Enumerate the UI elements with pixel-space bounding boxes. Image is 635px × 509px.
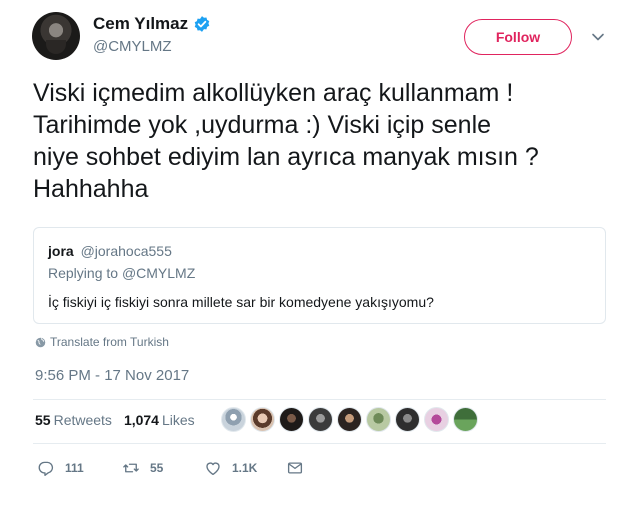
reply-action[interactable]: 111 <box>37 459 122 477</box>
heart-icon <box>206 462 220 476</box>
liker-avatar[interactable] <box>424 407 449 432</box>
tweet-text-line: Tarihimde yok ,uydurma :) Viski içip sen… <box>33 111 492 139</box>
translate-link[interactable]: Translate from Turkish <box>35 335 169 349</box>
quoted-tweet[interactable]: jora @jorahoca555 Replying to @CMYLMZ İç… <box>33 227 606 324</box>
retweet-action[interactable]: 55 <box>122 459 204 477</box>
like-count: 1.1K <box>232 461 258 475</box>
reply-icon <box>38 461 54 476</box>
retweet-count: 55 <box>150 461 164 475</box>
liker-avatar[interactable] <box>221 407 246 432</box>
chevron-down-icon[interactable] <box>591 30 605 44</box>
avatar[interactable] <box>32 12 80 60</box>
retweets-count: 55 <box>35 412 51 428</box>
like-action[interactable]: 1.1K <box>204 459 286 477</box>
follow-button[interactable]: Follow <box>464 19 572 55</box>
liker-avatar[interactable] <box>308 407 333 432</box>
author-name-row[interactable]: Cem Yılmaz <box>93 14 211 34</box>
quoted-tweet-text: İç fiskiyi iç fiskiyi sonra millete sar … <box>48 294 434 310</box>
envelope-icon <box>287 462 303 474</box>
divider <box>33 399 606 400</box>
liker-avatar[interactable] <box>279 407 304 432</box>
quoted-tweet-replying-to: Replying to @CMYLMZ <box>48 265 195 281</box>
liker-avatars <box>221 407 482 432</box>
tweet-timestamp[interactable]: 9:56 PM - 17 Nov 2017 <box>35 367 189 384</box>
tweet-text-line: niye sohbet ediyim lan ayrıca manyak mıs… <box>33 143 539 171</box>
quoted-tweet-name: jora <box>48 243 74 259</box>
divider <box>33 443 606 444</box>
retweets-label: Retweets <box>53 412 112 428</box>
translate-label[interactable]: Translate from Turkish <box>50 335 169 349</box>
likes-count: 1,074 <box>123 412 159 428</box>
replying-to-prefix: Replying to <box>48 265 119 281</box>
verified-badge-icon <box>194 16 210 32</box>
likes-stat[interactable]: 1,074 Likes <box>124 412 195 428</box>
retweets-stat[interactable]: 55 Retweets <box>35 412 112 428</box>
globe-icon <box>35 337 46 347</box>
liker-avatar[interactable] <box>453 407 478 432</box>
liker-avatar[interactable] <box>337 407 362 432</box>
author-handle[interactable]: @CMYLMZ <box>93 38 172 55</box>
tweet-text: Viski içmedim alkollüyken araç kullanmam… <box>33 77 623 205</box>
author-display-name[interactable]: Cem Yılmaz <box>93 14 188 34</box>
reply-count: 111 <box>65 461 84 475</box>
liker-avatar[interactable] <box>250 407 275 432</box>
liker-avatar[interactable] <box>395 407 420 432</box>
direct-message-action[interactable] <box>286 459 304 477</box>
tweet-stats: 55 Retweets 1,074 Likes <box>35 412 207 428</box>
quoted-tweet-header: jora @jorahoca555 <box>48 243 172 259</box>
likes-label: Likes <box>161 412 195 428</box>
tweet-text-line: Hahhahha <box>33 175 149 203</box>
replying-to-mention[interactable]: @CMYLMZ <box>122 265 195 281</box>
retweet-icon <box>123 463 139 473</box>
tweet-actions: 111 55 1.1K <box>37 459 304 477</box>
tweet-text-line: Viski içmedim alkollüyken araç kullanmam… <box>33 79 514 107</box>
quoted-tweet-handle: @jorahoca555 <box>80 243 172 259</box>
liker-avatar[interactable] <box>366 407 391 432</box>
